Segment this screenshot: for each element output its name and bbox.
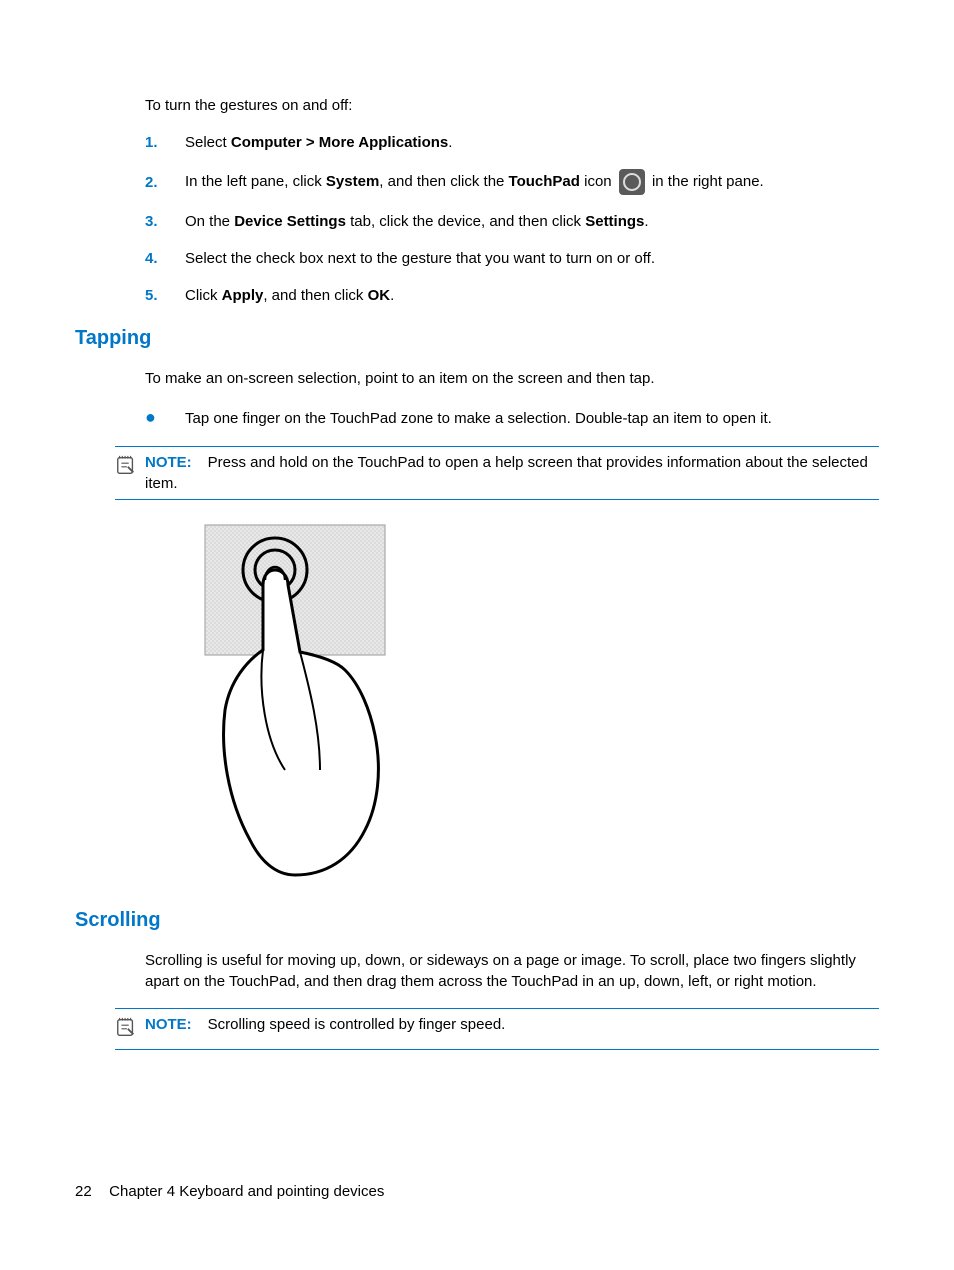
bullet-text: Tap one finger on the TouchPad zone to m… — [185, 408, 772, 429]
scrolling-body: Scrolling is useful for moving up, down,… — [145, 950, 879, 992]
note-label: NOTE: — [145, 454, 192, 471]
tapping-note: NOTE:Press and hold on the TouchPad to o… — [115, 446, 879, 500]
touchpad-icon — [619, 169, 645, 195]
step-text: Select Computer > More Applications. — [185, 132, 879, 153]
tapping-gesture-image — [200, 520, 879, 886]
step-number: 1. — [145, 132, 185, 153]
step-text: On the Device Settings tab, click the de… — [185, 211, 879, 232]
tapping-bullets: ● Tap one finger on the TouchPad zone to… — [145, 405, 879, 430]
step-4: 4. Select the check box next to the gest… — [145, 248, 879, 269]
step-text: Click Apply, and then click OK. — [185, 285, 879, 306]
bullet-dot: ● — [145, 405, 185, 430]
step-text: Select the check box next to the gesture… — [185, 248, 879, 269]
step-number: 4. — [145, 248, 185, 269]
step-text: In the left pane, click System, and then… — [185, 169, 879, 195]
tapping-body: To make an on-screen selection, point to… — [145, 368, 879, 389]
page-number: 22 — [75, 1181, 105, 1202]
intro-text: To turn the gestures on and off: — [145, 95, 879, 116]
note-content: NOTE:Press and hold on the TouchPad to o… — [145, 452, 879, 494]
bullet-item: ● Tap one finger on the TouchPad zone to… — [145, 405, 879, 430]
tapping-heading: Tapping — [75, 324, 879, 352]
note-content: NOTE:Scrolling speed is controlled by fi… — [145, 1014, 879, 1035]
steps-list: 1. Select Computer > More Applications. … — [145, 132, 879, 306]
chapter-label: Chapter 4 Keyboard and pointing devices — [109, 1183, 384, 1200]
page-footer: 22 Chapter 4 Keyboard and pointing devic… — [75, 1181, 384, 1202]
note-label: NOTE: — [145, 1016, 192, 1033]
step-5: 5. Click Apply, and then click OK. — [145, 285, 879, 306]
step-number: 5. — [145, 285, 185, 306]
step-number: 3. — [145, 211, 185, 232]
page-content: To turn the gestures on and off: 1. Sele… — [75, 95, 879, 1066]
scrolling-note: NOTE:Scrolling speed is controlled by fi… — [115, 1008, 879, 1050]
scrolling-heading: Scrolling — [75, 906, 879, 934]
note-icon — [115, 452, 139, 482]
step-3: 3. On the Device Settings tab, click the… — [145, 211, 879, 232]
step-1: 1. Select Computer > More Applications. — [145, 132, 879, 153]
step-2: 2. In the left pane, click System, and t… — [145, 169, 879, 195]
step-number: 2. — [145, 172, 185, 193]
note-icon — [115, 1014, 139, 1044]
